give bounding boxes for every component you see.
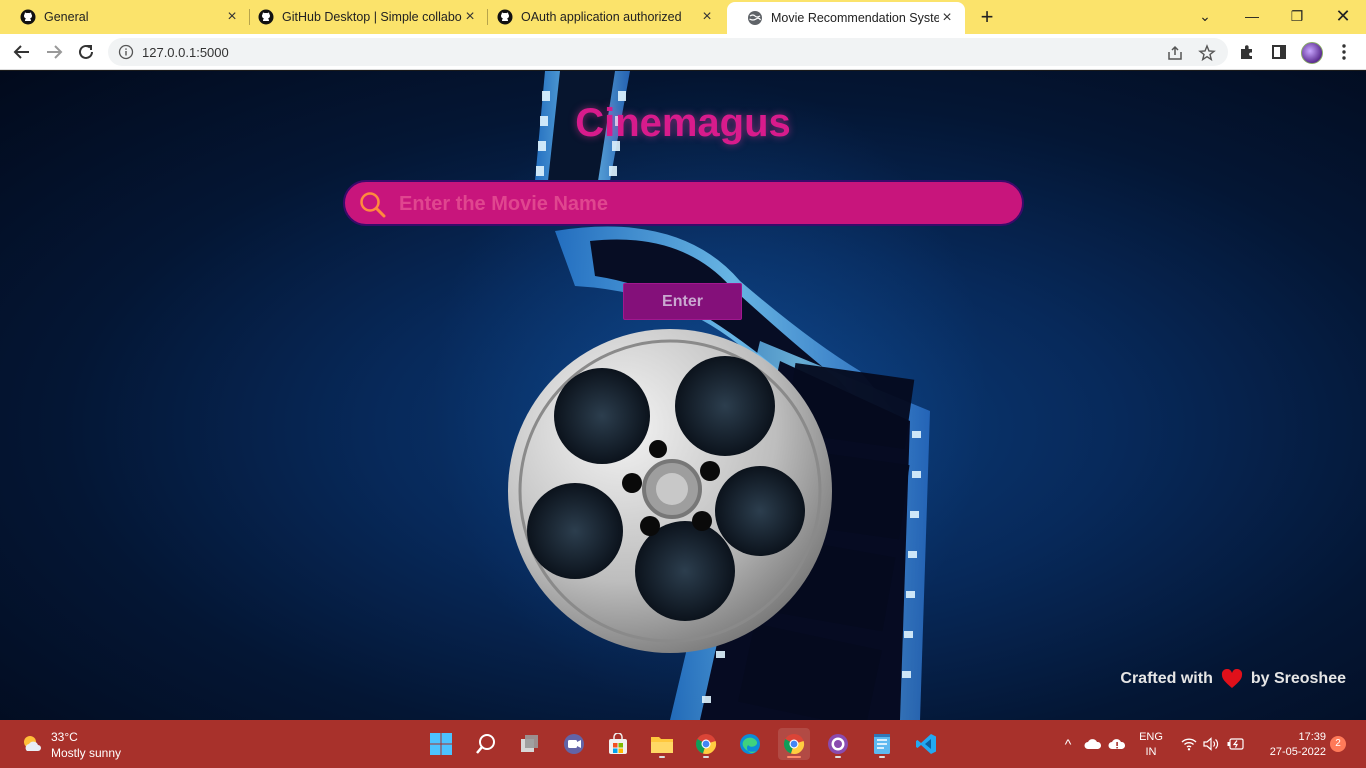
store-icon — [609, 733, 627, 754]
show-hidden-icons-chevron-icon[interactable]: ^ — [1058, 734, 1078, 754]
tab-oauth[interactable]: OAuth application authorized × — [477, 0, 725, 34]
language-code: ENG — [1139, 731, 1163, 743]
github-desktop-icon — [828, 734, 848, 754]
active-indicator — [787, 756, 801, 758]
language-region: IN — [1145, 746, 1157, 758]
reload-button[interactable] — [74, 40, 98, 64]
volume-icon[interactable] — [1201, 734, 1221, 754]
tab-title: Movie Recommendation System — [771, 11, 939, 25]
footer-credit: Crafted with by Sreoshee — [1120, 669, 1346, 689]
address-bar[interactable]: 127.0.0.1:5000 — [108, 38, 1228, 66]
close-window-button[interactable]: ✕ — [1331, 4, 1355, 28]
vscode-button[interactable] — [910, 728, 942, 760]
side-panel-button[interactable] — [1269, 42, 1289, 62]
side-panel-icon — [1272, 45, 1286, 59]
menu-button[interactable] — [1334, 42, 1354, 62]
info-icon[interactable] — [118, 44, 134, 60]
app-title: Cinemagus — [575, 101, 791, 145]
chrome-icon — [783, 734, 805, 754]
reload-icon — [79, 44, 93, 59]
clock-time: 17:39 — [1298, 731, 1326, 743]
edge-icon — [740, 734, 760, 754]
footer-suffix: by Sreoshee — [1250, 670, 1346, 687]
arrow-left-icon — [13, 45, 29, 59]
browser-toolbar: 127.0.0.1:5000 — [0, 34, 1366, 70]
movie-search-bar — [343, 180, 1024, 226]
back-button[interactable] — [10, 40, 34, 64]
tab-github-desktop[interactable]: GitHub Desktop | Simple collabo × — [238, 0, 488, 34]
wifi-icon[interactable] — [1179, 734, 1199, 754]
weather-description[interactable]: Mostly sunny — [51, 746, 121, 760]
chrome-canary-button[interactable] — [690, 728, 722, 760]
running-indicator — [659, 756, 665, 758]
tab-title: General — [44, 10, 89, 24]
chat-icon — [564, 734, 584, 754]
search-icon — [360, 192, 386, 218]
puzzle-icon — [1241, 45, 1252, 59]
github-icon — [497, 9, 513, 25]
windows-logo-icon — [430, 733, 452, 755]
system-clock[interactable]: 17:39 27-05-2022 — [1256, 730, 1326, 760]
enter-button[interactable]: Enter — [623, 283, 742, 320]
search-icon — [476, 734, 495, 754]
battery-icon[interactable] — [1226, 734, 1246, 754]
browser-tab-strip: General × GitHub Desktop | Simple collab… — [0, 0, 1366, 34]
restore-button[interactable]: ❐ — [1285, 4, 1309, 28]
chrome-icon — [695, 734, 717, 754]
arrow-right-icon — [47, 45, 63, 59]
tab-movie-recommendation[interactable]: Movie Recommendation System × — [727, 2, 965, 34]
vscode-icon — [916, 734, 936, 754]
forward-button[interactable] — [42, 40, 66, 64]
tab-close-icon[interactable]: × — [939, 10, 955, 26]
notepad-icon — [874, 734, 890, 754]
notification-badge[interactable]: 2 — [1330, 736, 1346, 752]
cloud-alert-icon[interactable] — [1107, 734, 1127, 754]
partly-sunny-icon[interactable] — [20, 732, 44, 756]
running-indicator — [703, 756, 709, 758]
extensions-button[interactable] — [1237, 42, 1257, 62]
movie-search-input[interactable] — [399, 190, 999, 218]
page-content: Cinemagus Enter Crafted with by Sreoshee — [0, 71, 1366, 720]
chrome-button[interactable] — [778, 728, 810, 760]
heart-icon — [1221, 669, 1242, 688]
share-icon[interactable] — [1166, 44, 1184, 62]
more-vert-icon — [1342, 44, 1346, 60]
tab-title: OAuth application authorized — [521, 10, 682, 24]
film-reel-illustration — [508, 71, 930, 720]
star-icon[interactable] — [1198, 44, 1216, 62]
onedrive-icon[interactable] — [1083, 734, 1103, 754]
tab-title: GitHub Desktop | Simple collabo — [282, 10, 462, 24]
url-text: 127.0.0.1:5000 — [142, 45, 229, 60]
taskbar-search-button[interactable] — [470, 728, 502, 760]
new-tab-button[interactable]: + — [976, 6, 998, 29]
teams-chat-button[interactable] — [558, 728, 590, 760]
tab-search-chevron-icon[interactable]: ⌄ — [1193, 4, 1217, 28]
github-desktop-button[interactable] — [822, 728, 854, 760]
running-indicator — [879, 756, 885, 758]
microsoft-store-button[interactable] — [602, 728, 634, 760]
notepad-button[interactable] — [866, 728, 898, 760]
weather-temperature[interactable]: 33°C — [51, 730, 78, 744]
globe-icon — [748, 11, 762, 25]
running-indicator — [835, 756, 841, 758]
profile-avatar[interactable] — [1301, 42, 1323, 64]
language-indicator[interactable]: ENG IN — [1138, 730, 1164, 760]
windows-taskbar: 33°C Mostly sunny ^ ENG IN 17:39 27-05-2… — [0, 720, 1366, 768]
minimize-button[interactable]: — — [1240, 4, 1264, 28]
github-icon — [20, 9, 36, 25]
tab-close-icon[interactable]: × — [699, 9, 715, 25]
tab-close-icon[interactable]: × — [462, 9, 478, 25]
edge-button[interactable] — [734, 728, 766, 760]
folder-icon — [651, 737, 673, 753]
task-view-button[interactable] — [514, 728, 546, 760]
tab-general[interactable]: General × — [0, 0, 250, 34]
footer-prefix: Crafted with — [1120, 670, 1213, 687]
clock-date: 27-05-2022 — [1269, 746, 1326, 758]
start-button[interactable] — [425, 728, 457, 760]
file-explorer-button[interactable] — [646, 728, 678, 760]
task-view-icon — [521, 735, 538, 752]
github-icon — [258, 9, 274, 25]
